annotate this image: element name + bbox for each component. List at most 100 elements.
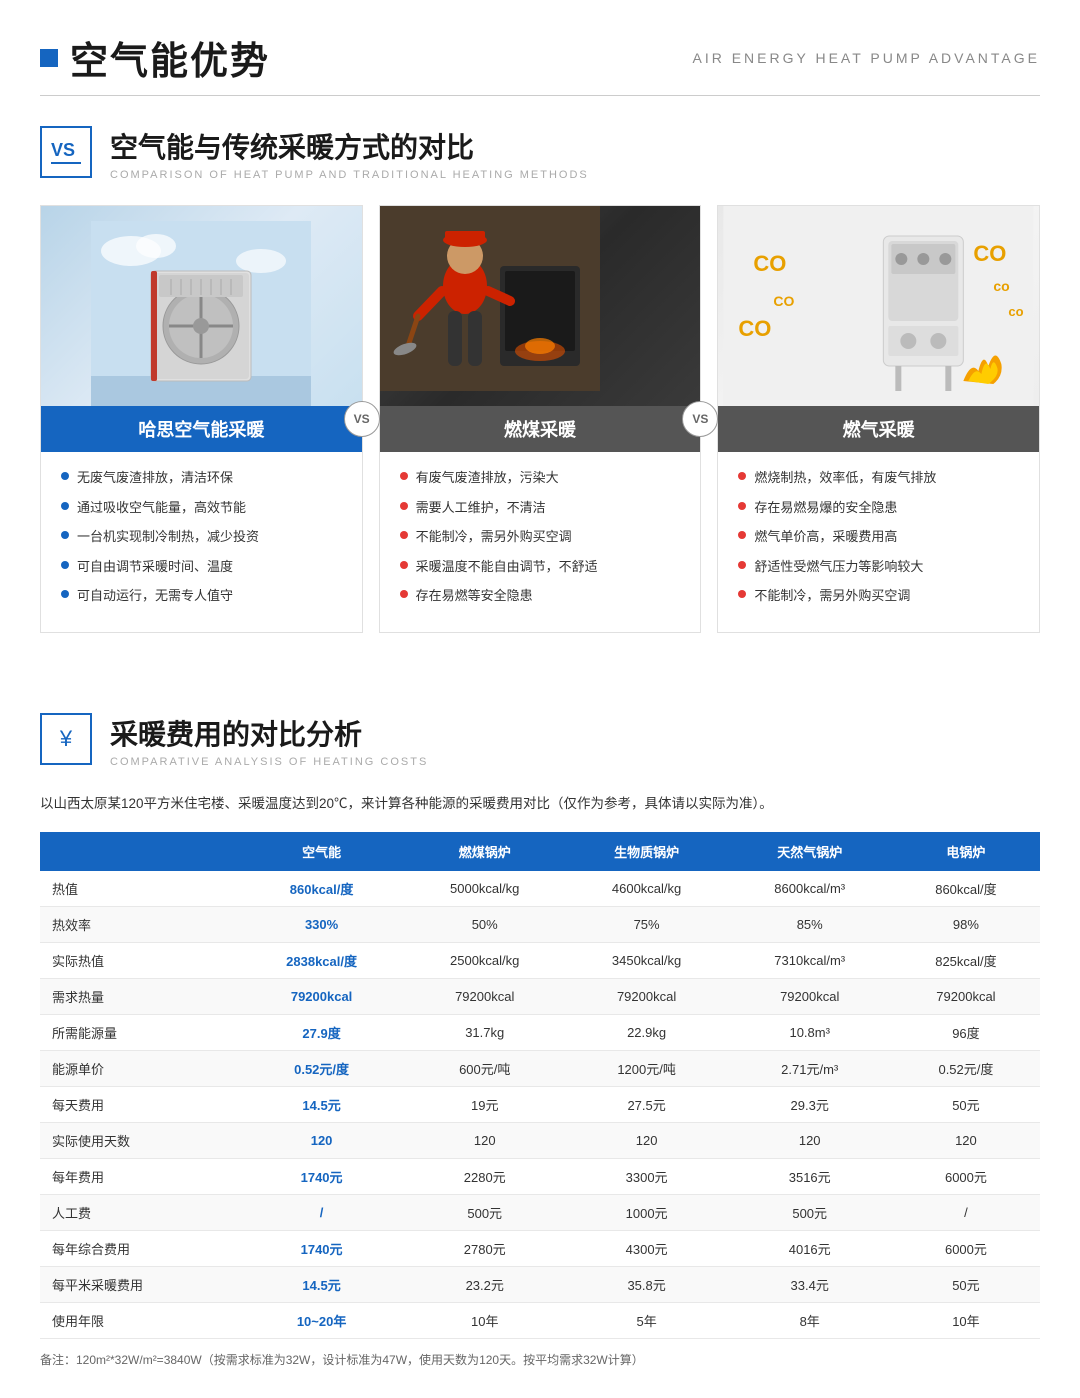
section2-header: ¥ 采暖费用的对比分析 COMPARATIVE ANALYSIS OF HEAT… <box>40 713 1040 768</box>
table-note: 备注：120m²*32W/m²=3840W（按需求标准为32W，设计标准为47W… <box>40 1351 1040 1368</box>
section1-title-wrap: 空气能与传统采暖方式的对比 COMPARISON OF HEAT PUMP AN… <box>110 126 589 181</box>
card-coal-image <box>380 206 701 406</box>
table-row: 需求热量79200kcal79200kcal79200kcal79200kcal… <box>40 978 1040 1014</box>
card-heatpump: 哈思空气能采暖 无废气废渣排放，清洁环保 通过吸收空气能量，高效节能 一台机实现… <box>40 205 363 633</box>
comparison-cards: 哈思空气能采暖 无废气废渣排放，清洁环保 通过吸收空气能量，高效节能 一台机实现… <box>40 205 1040 633</box>
card-coal: 燃煤采暖 有废气废渣排放，污染大 需要人工维护，不清洁 不能制冷，需另外购买空调… <box>379 205 702 633</box>
table-cell: 79200kcal <box>404 978 566 1014</box>
table-cell: 8600kcal/m³ <box>728 871 892 907</box>
table-row: 人工费/500元1000元500元/ <box>40 1194 1040 1230</box>
card-gas: CO CO CO CO co co 燃气采暖 燃烧制热，效率低，有废气排放 存在… <box>717 205 1040 633</box>
bullet-dot <box>400 472 408 480</box>
table-cell: 0.52元/度 <box>892 1050 1040 1086</box>
bullet-item: 燃烧制热，效率低，有废气排放 <box>738 468 1019 488</box>
table-cell: / <box>239 1194 403 1230</box>
table-cell: 2780元 <box>404 1230 566 1266</box>
section2-title-wrap: 采暖费用的对比分析 COMPARATIVE ANALYSIS OF HEATIN… <box>110 713 428 768</box>
table-cell: 19元 <box>404 1086 566 1122</box>
bullet-item: 通过吸收空气能量，高效节能 <box>61 498 342 518</box>
table-cell: 120 <box>404 1122 566 1158</box>
table-cell: 600元/吨 <box>404 1050 566 1086</box>
table-cell: 27.5元 <box>566 1086 728 1122</box>
table-cell: 3516元 <box>728 1158 892 1194</box>
bullet-dot <box>61 472 69 480</box>
table-row: 所需能源量27.9度31.7kg22.9kg10.8m³96度 <box>40 1014 1040 1050</box>
table-cell: 50元 <box>892 1266 1040 1302</box>
table-cell: 98% <box>892 906 1040 942</box>
table-cell: 96度 <box>892 1014 1040 1050</box>
table-row: 每年费用1740元2280元3300元3516元6000元 <box>40 1158 1040 1194</box>
table-cell: 2.71元/m³ <box>728 1050 892 1086</box>
table-cell: 33.4元 <box>728 1266 892 1302</box>
table-cell: 79200kcal <box>566 978 728 1014</box>
table-cell-label: 每年综合费用 <box>40 1230 239 1266</box>
table-cell: 10年 <box>404 1302 566 1338</box>
table-row: 热效率330%50%75%85%98% <box>40 906 1040 942</box>
table-cell: 120 <box>892 1122 1040 1158</box>
vs-icon-box: VS <box>40 126 92 178</box>
table-cell: 79200kcal <box>239 978 403 1014</box>
table-cell: 3450kcal/kg <box>566 942 728 978</box>
col-header-4: 天然气锅炉 <box>728 832 892 871</box>
table-cell: 120 <box>728 1122 892 1158</box>
page-title: 空气能优势 <box>70 30 270 85</box>
table-cell-label: 每平米采暖费用 <box>40 1266 239 1302</box>
table-cell: 1200元/吨 <box>566 1050 728 1086</box>
table-row: 每天费用14.5元19元27.5元29.3元50元 <box>40 1086 1040 1122</box>
table-cell: 23.2元 <box>404 1266 566 1302</box>
bullet-dot <box>400 531 408 539</box>
yen-icon-box: ¥ <box>40 713 92 765</box>
table-cell: 6000元 <box>892 1158 1040 1194</box>
heatpump-illustration <box>91 221 311 406</box>
bullet-item: 可自由调节采暖时间、温度 <box>61 557 342 577</box>
card3-bullets: 燃烧制热，效率低，有废气排放 存在易燃易爆的安全隐患 燃气单价高，采暖费用高 舒… <box>718 452 1039 632</box>
table-cell: 10~20年 <box>239 1302 403 1338</box>
table-cell-label: 需求热量 <box>40 978 239 1014</box>
table-cell-label: 实际热值 <box>40 942 239 978</box>
bullet-item: 采暖温度不能自由调节，不舒适 <box>400 557 681 577</box>
card2-bullets: 有废气废渣排放，污染大 需要人工维护，不清洁 不能制冷，需另外购买空调 采暖温度… <box>380 452 701 632</box>
table-row: 每年综合费用1740元2780元4300元4016元6000元 <box>40 1230 1040 1266</box>
table-cell: 7310kcal/m³ <box>728 942 892 978</box>
bullet-dot <box>738 472 746 480</box>
table-cell-label: 每天费用 <box>40 1086 239 1122</box>
table-cell: 5000kcal/kg <box>404 871 566 907</box>
table-row: 能源单价0.52元/度600元/吨1200元/吨2.71元/m³0.52元/度 <box>40 1050 1040 1086</box>
table-cell: 85% <box>728 906 892 942</box>
card-gas-image: CO CO CO CO co co <box>718 206 1039 406</box>
section2-title: 采暖费用的对比分析 <box>110 713 428 753</box>
bullet-dot <box>738 590 746 598</box>
table-cell: 35.8元 <box>566 1266 728 1302</box>
svg-text:CO: CO <box>739 316 772 341</box>
table-cell: 2838kcal/度 <box>239 942 403 978</box>
table-cell: 3300元 <box>566 1158 728 1194</box>
table-cell-label: 人工费 <box>40 1194 239 1230</box>
table-cell: 860kcal/度 <box>239 871 403 907</box>
table-cell: 330% <box>239 906 403 942</box>
bullet-dot <box>738 531 746 539</box>
bullet-dot <box>400 561 408 569</box>
coal-illustration <box>380 206 600 391</box>
svg-text:CO: CO <box>774 293 795 309</box>
col-header-0 <box>40 832 239 871</box>
bullet-item: 不能制冷，需另外购买空调 <box>400 527 681 547</box>
table-intro: 以山西太原某120平方米住宅楼、采暖温度达到20℃，来计算各种能源的采暖费用对比… <box>40 792 1040 816</box>
bullet-item: 需要人工维护，不清洁 <box>400 498 681 518</box>
vs-icon: VS <box>51 141 81 164</box>
svg-text:CO: CO <box>754 251 787 276</box>
table-cell: 4600kcal/kg <box>566 871 728 907</box>
table-cell: 4300元 <box>566 1230 728 1266</box>
table-cell: 29.3元 <box>728 1086 892 1122</box>
table-cell: 6000元 <box>892 1230 1040 1266</box>
header-square-icon <box>40 49 58 67</box>
table-cell-label: 使用年限 <box>40 1302 239 1338</box>
col-header-2: 燃煤锅炉 <box>404 832 566 871</box>
table-cell-label: 所需能源量 <box>40 1014 239 1050</box>
section-spacer <box>40 673 1040 713</box>
col-header-3: 生物质锅炉 <box>566 832 728 871</box>
table-cell: 1740元 <box>239 1158 403 1194</box>
col-header-1: 空气能 <box>239 832 403 871</box>
bullet-item: 可自动运行，无需专人值守 <box>61 586 342 606</box>
table-cell-label: 热值 <box>40 871 239 907</box>
table-cell: 825kcal/度 <box>892 942 1040 978</box>
